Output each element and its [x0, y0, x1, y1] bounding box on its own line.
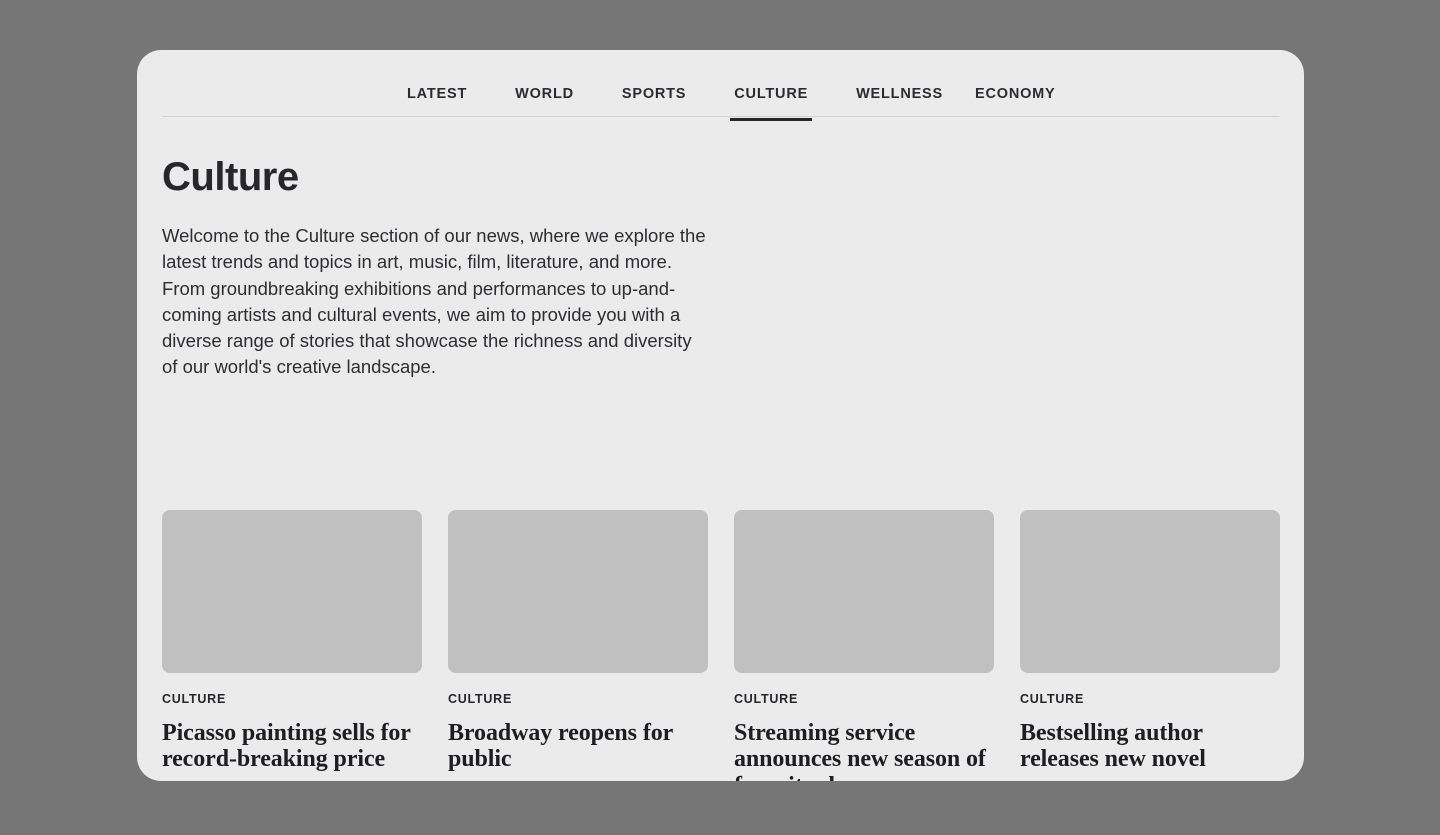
article-card[interactable]: CULTURE Bestselling author releases new … [1020, 510, 1280, 781]
article-card[interactable]: CULTURE Broadway reopens for public TONY… [448, 510, 708, 781]
nav-tab-wellness[interactable]: WELLNESS [856, 87, 943, 120]
article-category: CULTURE [448, 692, 513, 706]
nav-tab-culture[interactable]: CULTURE [730, 87, 812, 120]
article-title: Broadway reopens for public [448, 719, 673, 773]
article-title: Picasso painting sells for record-breaki… [162, 719, 411, 773]
article-category: CULTURE [162, 692, 227, 706]
article-category: CULTURE [734, 692, 799, 706]
nav-list: LATEST WORLD SPORTS CULTURE WELLNESS ECO… [162, 50, 1279, 120]
article-body: CULTURE Bestselling author releases new … [1020, 673, 1280, 781]
article-body: CULTURE Streaming service announces new … [734, 673, 994, 781]
article-body: CULTURE Broadway reopens for public TONY… [448, 673, 708, 781]
article-thumbnail [162, 510, 422, 673]
article-thumbnail [734, 510, 994, 673]
article-category: CULTURE [1020, 692, 1085, 706]
nav-tab-world[interactable]: WORLD [515, 87, 574, 120]
app-panel: LATEST WORLD SPORTS CULTURE WELLNESS ECO… [137, 50, 1304, 781]
article-thumbnail [448, 510, 708, 673]
article-title: Streaming service announces new season o… [734, 719, 986, 782]
page-title: Culture [162, 155, 299, 199]
article-body: CULTURE Picasso painting sells for recor… [162, 673, 422, 781]
main-navigation: LATEST WORLD SPORTS CULTURE WELLNESS ECO… [162, 50, 1279, 120]
article-title: Bestselling author releases new novel [1020, 719, 1206, 773]
nav-tab-economy[interactable]: ECONOMY [975, 87, 1056, 120]
panel-content: LATEST WORLD SPORTS CULTURE WELLNESS ECO… [162, 50, 1280, 781]
article-card[interactable]: CULTURE Streaming service announces new … [734, 510, 994, 781]
hero-section: Culture Welcome to the Culture section o… [162, 117, 1279, 381]
nav-tab-latest[interactable]: LATEST [407, 87, 467, 120]
article-card[interactable]: CULTURE Picasso painting sells for recor… [162, 510, 422, 781]
page-description: Welcome to the Culture section of our ne… [162, 225, 706, 378]
article-thumbnail [1020, 510, 1280, 673]
nav-tab-sports[interactable]: SPORTS [622, 87, 686, 120]
article-grid: CULTURE Picasso painting sells for recor… [162, 510, 1280, 781]
app-root: LATEST WORLD SPORTS CULTURE WELLNESS ECO… [0, 0, 1440, 835]
